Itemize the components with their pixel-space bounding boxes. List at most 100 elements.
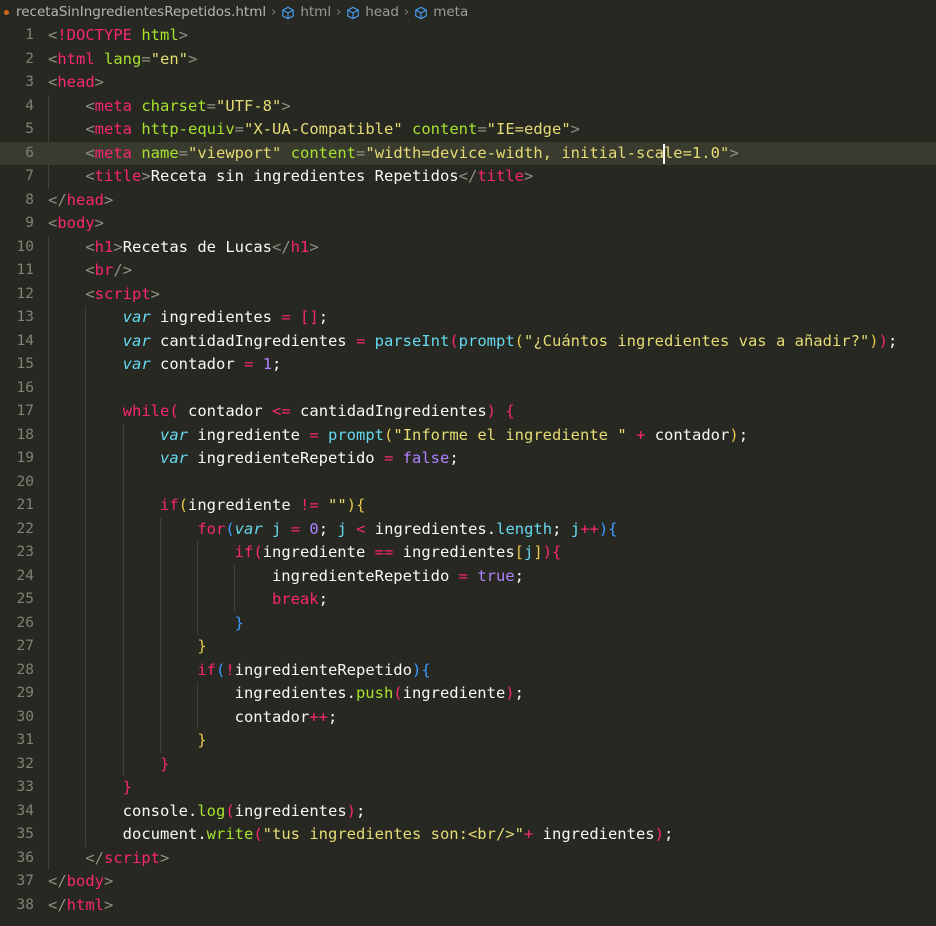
code-line[interactable]: 12 <script>: [0, 283, 936, 307]
line-content: }: [234, 613, 244, 632]
line-number: 14: [16, 332, 34, 349]
breadcrumb-item-head[interactable]: head: [346, 4, 399, 20]
line-number: 31: [16, 732, 34, 748]
line-number: 19: [16, 450, 34, 466]
code-line[interactable]: 26 }: [0, 612, 936, 636]
code-line[interactable]: 33 }: [0, 776, 936, 800]
line-number: 29: [16, 685, 34, 701]
line-number: 24: [16, 567, 34, 584]
code-line[interactable]: 6 <meta name="viewport" content="width=d…: [0, 141, 936, 165]
line-number: 25: [16, 591, 34, 607]
line-content: if(ingrediente == ingredientes[j]){: [234, 543, 562, 561]
code-line[interactable]: 20: [0, 471, 936, 495]
code-line[interactable]: 11 <br/>: [0, 259, 936, 283]
code-line[interactable]: 32 }: [0, 753, 936, 777]
code-line[interactable]: 37 </body>: [0, 870, 936, 894]
breadcrumb-separator: ›: [336, 4, 342, 20]
code-line[interactable]: 17 while( contador <= cantidadIngredient…: [0, 400, 936, 424]
breadcrumb-item-html[interactable]: html: [281, 4, 331, 20]
line-number: 7: [25, 168, 34, 184]
line-number: 26: [16, 614, 34, 631]
line-number: 30: [16, 708, 34, 725]
line-content: var ingredientes = [];: [122, 308, 329, 326]
code-line[interactable]: 28 if(!ingredienteRepetido){: [0, 659, 936, 683]
code-editor[interactable]: 1 <!DOCTYPE html> 2 <html lang="en"> 3 <head>…: [0, 24, 936, 926]
code-line[interactable]: 31 }: [0, 729, 936, 753]
code-line[interactable]: 34 console.log(ingredientes);: [0, 800, 936, 824]
code-line[interactable]: 2 <html lang="en">: [0, 48, 936, 72]
line-number: 4: [25, 97, 34, 114]
code-line[interactable]: 4 <meta charset="UTF-8">: [0, 95, 936, 119]
symbol-structure-icon: [346, 6, 360, 20]
code-line[interactable]: 16: [0, 377, 936, 401]
line-content: <meta charset="UTF-8">: [85, 96, 291, 115]
line-number: 21: [16, 497, 34, 513]
line-content: if(ingrediente != ""){: [159, 496, 366, 514]
code-line[interactable]: 27 }: [0, 635, 936, 659]
line-content: <meta http-equiv="X-UA-Compatible" conte…: [85, 120, 581, 138]
breadcrumb-item-label: head: [365, 4, 400, 20]
code-line[interactable]: 21 if(ingrediente != ""){: [0, 494, 936, 518]
code-line[interactable]: 15 var contador = 1;: [0, 353, 936, 377]
line-number: 9: [25, 215, 34, 231]
code-line[interactable]: 29 ingredientes.push(ingrediente);: [0, 682, 936, 706]
code-line[interactable]: 3 <head>: [0, 71, 936, 95]
line-number: 20: [16, 473, 34, 490]
code-line[interactable]: 22 for(var j = 0; j < ingredientes.lengt…: [0, 518, 936, 542]
code-line[interactable]: 30 contador++;: [0, 706, 936, 730]
line-number: 17: [16, 403, 34, 419]
text-cursor: [663, 143, 666, 164]
code-line[interactable]: 8 </head>: [0, 189, 936, 213]
code-line[interactable]: 9 <body>: [0, 212, 936, 236]
code-line[interactable]: 1 <!DOCTYPE html>: [0, 24, 936, 48]
line-content: var ingrediente = prompt("Informe el ing…: [159, 425, 749, 444]
line-number: 3: [25, 74, 34, 90]
code-line[interactable]: 24 ingredienteRepetido = true;: [0, 565, 936, 589]
line-number: 27: [16, 638, 34, 654]
breadcrumb-item-label: html: [300, 4, 332, 20]
breadcrumb-item-meta[interactable]: meta: [414, 4, 468, 20]
code-line[interactable]: 25 break;: [0, 588, 936, 612]
line-number: 6: [25, 144, 34, 161]
symbol-structure-icon: [414, 6, 428, 20]
code-line[interactable]: 35 document.write("tus ingredientes son:…: [0, 823, 936, 847]
line-number: 12: [16, 285, 34, 302]
line-number: 35: [16, 826, 34, 842]
breadcrumb-file-name[interactable]: recetaSinIngredientesRepetidos.html: [16, 4, 266, 20]
code-line[interactable]: 10 <h1>Recetas de Lucas</h1>: [0, 236, 936, 260]
line-content: console.log(ingredientes);: [122, 801, 366, 820]
line-number: 33: [16, 779, 34, 795]
line-number: 22: [16, 520, 34, 537]
line-content: <meta name="viewport" content="width=dev…: [85, 143, 739, 162]
code-line[interactable]: 14 var cantidadIngredientes = parseInt(p…: [0, 330, 936, 354]
line-number: 18: [16, 426, 34, 443]
code-line[interactable]: 7 <title>Receta sin ingredientes Repetid…: [0, 165, 936, 189]
line-content: ingredienteRepetido = true;: [271, 566, 524, 585]
line-number: 11: [16, 262, 34, 278]
code-line[interactable]: 5 <meta http-equiv="X-UA-Compatible" con…: [0, 118, 936, 142]
breadcrumb-item-label: meta: [433, 4, 469, 20]
line-content: ingredientes.push(ingrediente);: [234, 684, 524, 702]
line-content: <title>Receta sin ingredientes Repetidos…: [85, 167, 534, 185]
modified-indicator-dot: [4, 9, 9, 15]
line-number: 1: [25, 27, 34, 43]
breadcrumb-separator: ›: [404, 4, 410, 20]
line-number: 38: [16, 896, 34, 913]
line-content: var ingredienteRepetido = false;: [159, 449, 459, 467]
code-line[interactable]: 13 var ingredientes = [];: [0, 306, 936, 330]
line-number: 10: [16, 238, 34, 255]
code-line[interactable]: 19 var ingredienteRepetido = false;: [0, 447, 936, 471]
symbol-structure-icon: [281, 6, 295, 20]
line-content: var contador = 1;: [122, 355, 282, 373]
code-line[interactable]: 36 </script>: [0, 847, 936, 871]
breadcrumb-separator: ›: [271, 4, 277, 20]
code-line[interactable]: 38 </html>: [0, 894, 936, 918]
line-content: for(var j = 0; j < ingredientes.length; …: [197, 519, 618, 538]
code-line[interactable]: 23 if(ingrediente == ingredientes[j]){: [0, 541, 936, 565]
line-content: var cantidadIngredientes = parseInt(prom…: [122, 331, 898, 350]
code-lines[interactable]: 1 <!DOCTYPE html> 2 <html lang="en"> 3 <head>…: [0, 24, 936, 917]
code-line[interactable]: 18 var ingrediente = prompt("Informe el …: [0, 424, 936, 448]
line-number: 15: [16, 356, 34, 372]
line-content: contador++;: [234, 707, 338, 726]
line-content: <h1>Recetas de Lucas</h1>: [85, 237, 319, 256]
